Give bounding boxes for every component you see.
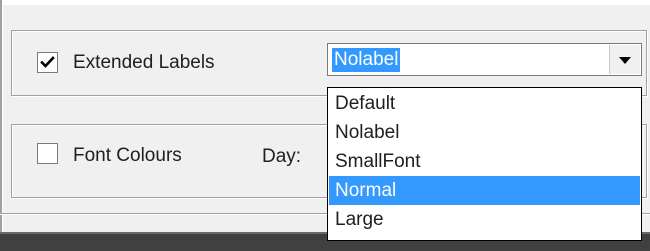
checkmark-icon [40,56,55,68]
dropdown-option-normal[interactable]: Normal [329,176,640,205]
dropdown-button[interactable] [609,45,640,74]
dropdown-option-large[interactable]: Large [329,205,640,234]
font-colours-label[interactable]: Font Colours [73,145,182,167]
dropdown-option-nolabel[interactable]: Nolabel [329,118,640,147]
chevron-down-icon [619,57,631,64]
extended-labels-label[interactable]: Extended Labels [73,52,215,74]
settings-panel: Extended Labels Nolabel Font Colours Day… [0,0,650,251]
day-label: Day: [262,146,302,167]
label-style-dropdown-list: Default Nolabel SmallFont Normal Large [327,87,642,241]
extended-labels-checkbox[interactable] [37,52,58,73]
dropdown-option-default[interactable]: Default [329,89,640,118]
font-colours-checkbox[interactable] [37,143,58,164]
label-style-selected-value: Nolabel [332,48,401,72]
label-style-select[interactable]: Nolabel [327,43,642,76]
dropdown-option-smallfont[interactable]: SmallFont [329,147,640,176]
top-edge [0,0,650,5]
